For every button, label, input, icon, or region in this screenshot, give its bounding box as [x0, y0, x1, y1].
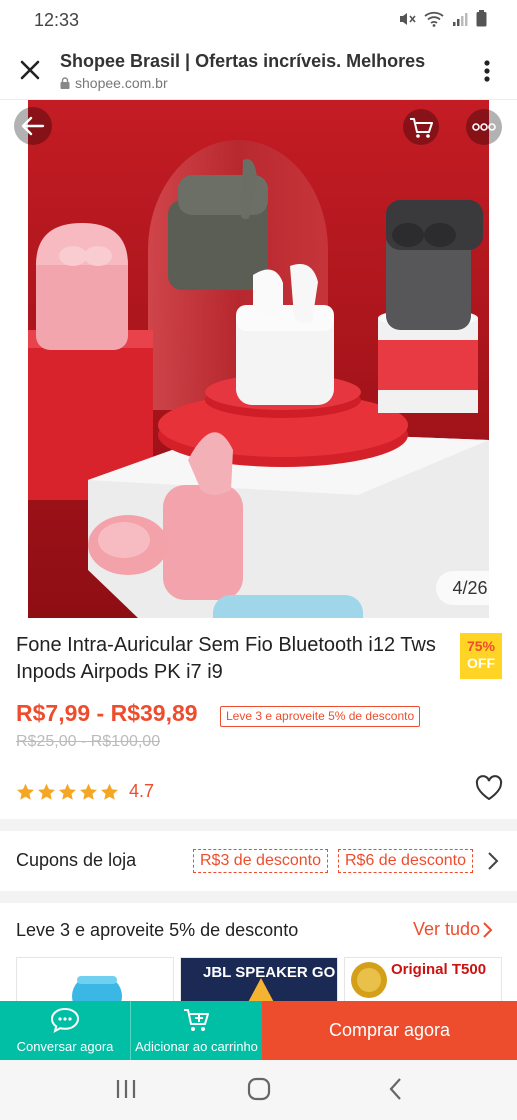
url-text: shopee.com.br: [75, 75, 168, 91]
product-image[interactable]: [28, 100, 489, 618]
coupon-6[interactable]: R$6 de desconto: [338, 849, 473, 873]
rating-row: 4.7: [16, 781, 154, 802]
add-to-cart-label: Adicionar ao carrinho: [135, 1039, 258, 1054]
section-divider: [0, 891, 517, 903]
rating-value: 4.7: [129, 781, 155, 801]
bundle-items: JBL SPEAKER GO 3 Original T500: [16, 957, 517, 1001]
action-bar: Conversar agora Adicionar ao carrinho Co…: [0, 1001, 517, 1060]
bundle-item[interactable]: [16, 957, 174, 1001]
price-range: R$7,99 - R$39,89: [16, 700, 198, 726]
system-nav-bar: [0, 1060, 517, 1120]
bundle-item-text: Original T500: [391, 961, 487, 978]
star-icon: [17, 783, 34, 800]
bundle-title: Leve 3 e aproveite 5% de desconto: [16, 920, 299, 940]
arrow-left-icon: [21, 116, 45, 136]
buy-now-button[interactable]: Comprar agora: [262, 1001, 517, 1060]
chat-button[interactable]: Conversar agora: [0, 1001, 131, 1060]
cart-button[interactable]: [403, 109, 439, 145]
recents-icon[interactable]: [114, 1076, 138, 1102]
chat-label: Conversar agora: [16, 1039, 114, 1054]
signal-icon: [453, 12, 468, 26]
more-vert-icon[interactable]: [473, 56, 501, 86]
add-to-cart-button[interactable]: Adicionar ao carrinho: [131, 1001, 262, 1060]
star-icon: [59, 783, 76, 800]
bundle-item-text: JBL SPEAKER GO 3: [203, 964, 338, 981]
battery-icon: [476, 10, 487, 27]
heart-icon[interactable]: [474, 774, 504, 802]
more-button[interactable]: [466, 109, 502, 145]
product-photo: [28, 100, 489, 618]
page-title: Shopee Brasil | Ofertas incríveis. Melho…: [60, 51, 426, 71]
bundle-item[interactable]: Original T500: [344, 957, 502, 1001]
cart-icon: [410, 118, 433, 138]
back-nav-icon[interactable]: [384, 1076, 408, 1102]
chevron-right-icon: [488, 852, 499, 870]
chat-icon: [50, 1007, 80, 1033]
see-all-label: Ver tudo: [413, 919, 481, 939]
wifi-icon: [424, 11, 444, 27]
status-bar: 12:33: [0, 0, 517, 42]
close-icon[interactable]: [16, 56, 44, 84]
see-all-link[interactable]: Ver tudo: [413, 919, 494, 940]
store-coupons-row[interactable]: Cupons de loja R$3 de desconto R$6 de de…: [0, 831, 517, 891]
rating-stars: [16, 783, 119, 801]
url-row: shopee.com.br: [60, 75, 168, 91]
old-price-range: R$25,00 - R$100,00: [16, 733, 161, 750]
gallery-indicator: 4/26: [436, 571, 504, 605]
bundle-header: Leve 3 e aproveite 5% de desconto Ver tu…: [0, 903, 517, 953]
speaker-image: [72, 976, 122, 1001]
star-icon: [80, 783, 97, 800]
browser-bar: Shopee Brasil | Ofertas incríveis. Melho…: [0, 42, 517, 100]
coupons-label: Cupons de loja: [16, 850, 137, 870]
coupon-3[interactable]: R$3 de desconto: [193, 849, 328, 873]
star-icon: [38, 783, 55, 800]
home-icon[interactable]: [247, 1076, 271, 1102]
add-cart-icon: [183, 1009, 209, 1031]
lock-icon: [60, 77, 70, 89]
chevron-right-icon: [483, 921, 493, 938]
section-divider: [0, 819, 517, 831]
discount-off: OFF: [467, 655, 495, 671]
mute-icon: [400, 12, 416, 25]
discount-percent: 75%: [466, 638, 496, 654]
discount-badge: 75% OFF: [460, 633, 502, 679]
status-icons: [398, 10, 487, 27]
status-time: 12:33: [34, 10, 80, 30]
star-icon: [101, 783, 118, 800]
more-horiz-icon: [472, 123, 496, 131]
bundle-item[interactable]: JBL SPEAKER GO 3: [180, 957, 338, 1001]
product-title: Fone Intra-Auricular Sem Fio Bluetooth i…: [16, 634, 436, 683]
back-button[interactable]: [14, 107, 52, 145]
promo-tag[interactable]: Leve 3 e aproveite 5% de desconto: [220, 706, 421, 727]
